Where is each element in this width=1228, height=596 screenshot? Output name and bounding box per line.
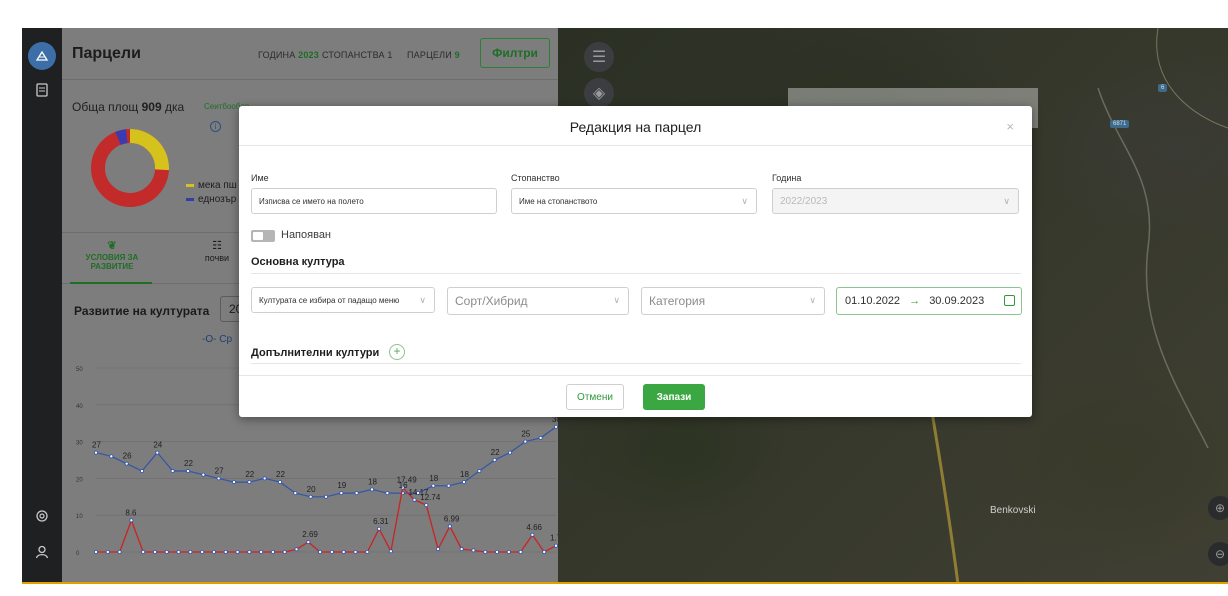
date-to: 30.09.2023	[929, 295, 985, 307]
category-select[interactable]: Категория ∨	[641, 287, 825, 315]
add-crop-button[interactable]: +	[389, 344, 405, 360]
additional-crops-title: Допълнителни култури	[251, 347, 380, 359]
date-arrow-icon: →	[909, 295, 921, 307]
crop-select[interactable]: Културата се избира от падащо меню ∨	[251, 287, 435, 313]
chevron-down-icon: ∨	[613, 295, 620, 305]
divider	[251, 273, 1021, 274]
year-select: 2022/2023 ∨	[772, 188, 1019, 214]
bottom-accent-line	[22, 582, 1228, 584]
close-icon[interactable]: ×	[1006, 119, 1014, 134]
crop-placeholder: Културата се избира от падащо меню	[259, 296, 400, 305]
calendar-icon[interactable]	[1004, 295, 1015, 306]
irrigated-toggle[interactable]	[251, 230, 275, 242]
year-value: 2022/2023	[780, 196, 828, 207]
farm-value: Име на стопанството	[519, 197, 598, 206]
date-range-picker[interactable]: 01.10.2022 → 30.09.2023	[836, 287, 1022, 315]
chevron-down-icon: ∨	[809, 295, 816, 305]
edit-parcel-dialog: Редакция на парцел × Име Изписва се имет…	[239, 106, 1032, 417]
category-placeholder: Категория	[649, 294, 706, 308]
save-button[interactable]: Запази	[643, 384, 705, 410]
chevron-down-icon: ∨	[1003, 196, 1010, 206]
screenshot-frame: Парцели ГОДИНА 2023 СТОПАНСТВА 1 ПАРЦЕЛИ…	[0, 0, 1228, 596]
dialog-header: Редакция на парцел ×	[239, 106, 1032, 146]
variety-placeholder: Сорт/Хибрид	[455, 294, 528, 308]
variety-select[interactable]: Сорт/Хибрид ∨	[447, 287, 629, 315]
dialog-footer: Отмени Запази	[239, 375, 1032, 417]
dialog-title: Редакция на парцел	[569, 119, 702, 135]
irrigated-label: Напояван	[281, 229, 332, 241]
divider	[251, 363, 1021, 364]
name-label: Име	[251, 173, 269, 183]
name-input[interactable]: Изписва се името на полето	[251, 188, 497, 214]
chevron-down-icon: ∨	[741, 196, 748, 206]
date-from: 01.10.2022	[845, 295, 901, 307]
main-crop-title: Основна култура	[251, 256, 345, 268]
farm-label: Стопанство	[511, 173, 560, 183]
year-label: Година	[772, 173, 802, 183]
chevron-down-icon: ∨	[419, 295, 426, 305]
cancel-button[interactable]: Отмени	[566, 384, 624, 410]
farm-select[interactable]: Име на стопанството ∨	[511, 188, 757, 214]
